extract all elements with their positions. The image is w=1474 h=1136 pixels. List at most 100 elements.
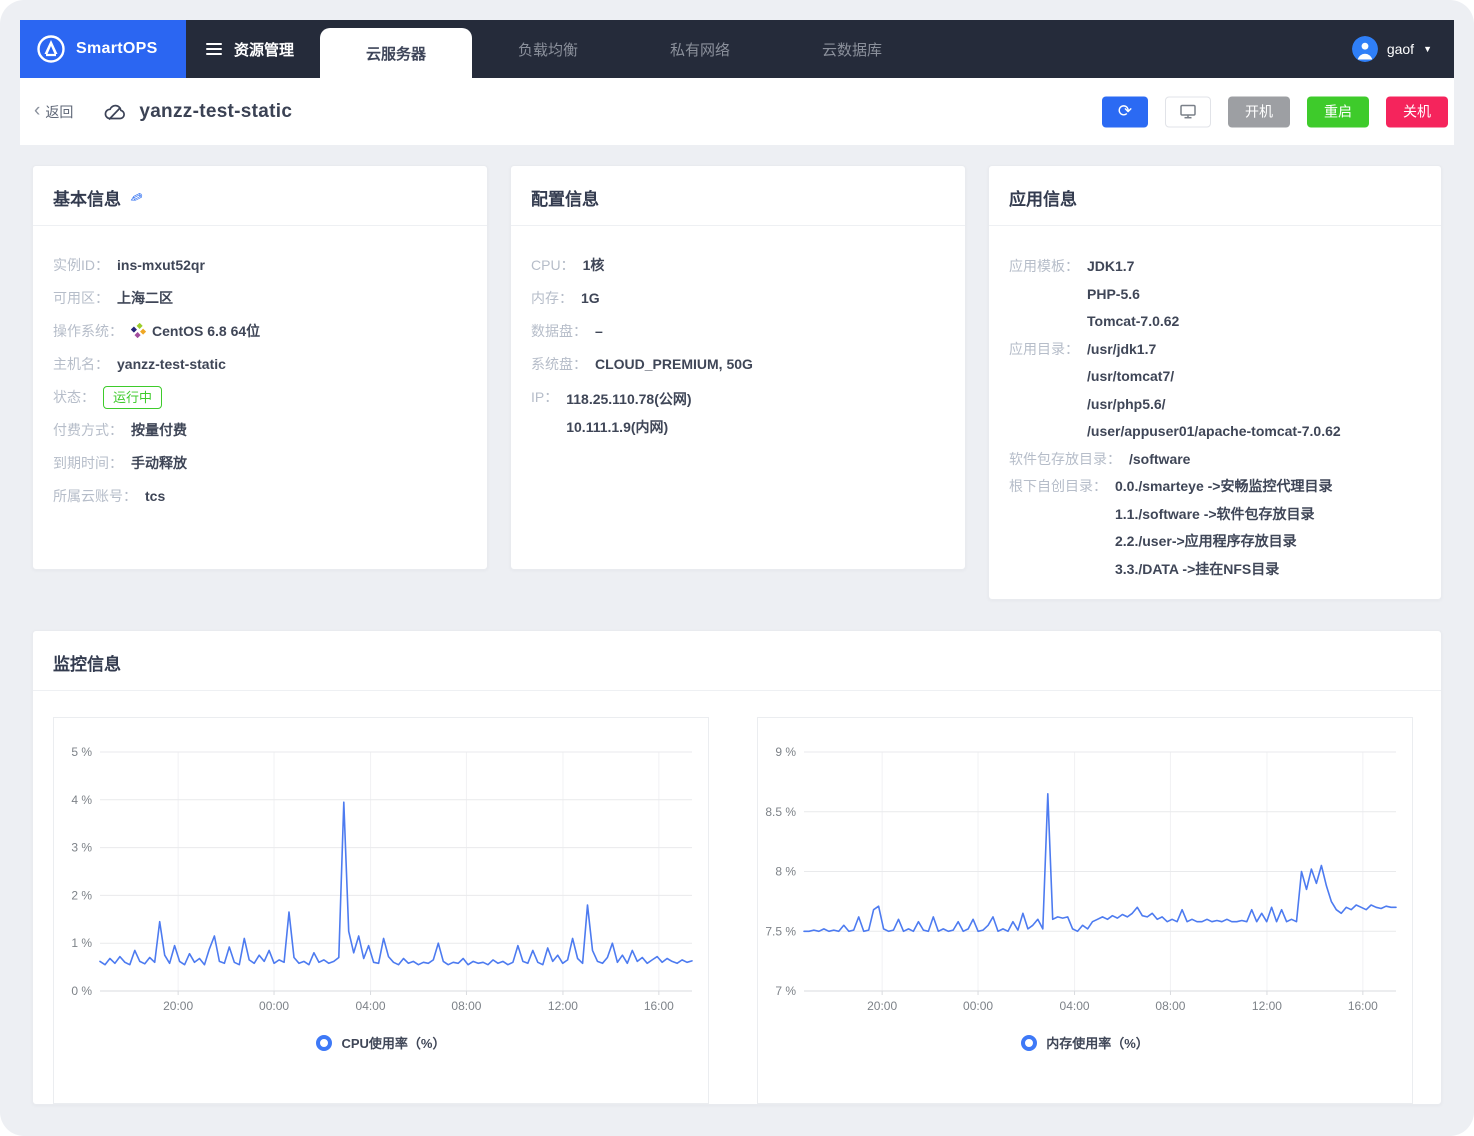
field-row: CPU： 1核 <box>531 253 945 277</box>
restart-button[interactable]: 重启 <box>1307 96 1369 127</box>
svg-text:8.5 %: 8.5 % <box>765 805 796 819</box>
config-info-card: 配置信息 CPU： 1核 内存： 1G 数据盘： – 系统盘： CLOUD_PREMIUM, … <box>510 165 966 570</box>
avatar-icon <box>1351 36 1378 62</box>
status-badge: 运行中 <box>103 386 163 409</box>
legend-series-icon <box>316 1034 333 1051</box>
brand-logo-area[interactable]: SmartOPS <box>20 20 186 78</box>
centos-icon <box>130 321 147 339</box>
field-label: 数据盘： <box>531 323 587 339</box>
chart-svg: 20:00 00:00 04:00 08:00 12:00 16:00 0 % 1 % 2 % 3… <box>71 745 693 1013</box>
svg-text:7 %: 7 % <box>775 984 796 998</box>
cpu-chart-panel: 20:00 00:00 04:00 08:00 12:00 16:00 0 % 1 % 2 % 3… <box>53 717 709 1104</box>
edit-icon[interactable]: ✎ <box>128 187 146 208</box>
field-label: 状态： <box>53 389 95 405</box>
field-label: 根下自创目录： <box>1009 478 1107 494</box>
monitor-icon <box>1180 104 1196 119</box>
field-row: 应用模板： JDK1.7 PHP-5.6 Tomcat-7.0.62 <box>1009 253 1421 336</box>
legend-label: CPU使用率（%） <box>341 1036 446 1051</box>
svg-text:0 %: 0 % <box>71 984 92 998</box>
field-value: CLOUD_PREMIUM, 50G <box>595 356 753 372</box>
svg-text:08:00: 08:00 <box>451 999 481 1013</box>
chart-legend: CPU使用率（%） <box>54 1033 708 1052</box>
field-value: yanzz-test-static <box>117 356 226 372</box>
cloud-server-icon <box>104 104 126 120</box>
field-value: /software <box>1129 446 1190 474</box>
monitor-info-card: 监控信息 20:00 00:00 04:00 08:00 12:00 16:00 0 % 1 … <box>32 630 1442 1105</box>
field-row: 根下自创目录： 0.0./smarteye ->安畅监控代理目录 1.1./soft… <box>1009 473 1421 583</box>
field-value-line: /usr/jdk1.7 <box>1087 340 1157 357</box>
svg-text:2 %: 2 % <box>71 888 92 902</box>
field-value-line: /usr/tomcat7/ <box>1087 368 1175 384</box>
svg-text:16:00: 16:00 <box>644 999 674 1013</box>
field-row: 付费方式： 按量付费 <box>53 418 467 442</box>
field-row: 操作系统： CentOS 6.8 64位 <box>53 319 467 343</box>
svg-text:5 %: 5 % <box>71 745 92 759</box>
field-value-line: 118.25.110.78(公网) <box>566 391 692 407</box>
resource-menu[interactable]: 资源管理 <box>186 20 320 78</box>
svg-text:08:00: 08:00 <box>1155 999 1185 1013</box>
back-label: 返回 <box>45 103 74 120</box>
svg-text:04:00: 04:00 <box>356 999 386 1013</box>
chevron-left-icon: ‹ <box>34 100 41 121</box>
field-label: 内存： <box>531 290 573 306</box>
user-menu[interactable]: gaof ▼ <box>1351 20 1432 78</box>
hamburger-icon <box>206 43 222 55</box>
field-row: 实例ID： ins-mxut52qr <box>53 253 467 277</box>
field-label: 应用目录： <box>1009 340 1079 357</box>
basic-info-card: 基本信息 ✎ 实例ID： ins-mxut52qr 可用区： 上海二区 操作系统： Cen… <box>32 165 488 570</box>
svg-text:7.5 %: 7.5 % <box>765 924 796 938</box>
console-button[interactable] <box>1165 96 1211 127</box>
svg-text:4 %: 4 % <box>71 793 92 807</box>
resource-menu-label: 资源管理 <box>234 41 295 59</box>
field-label: CPU： <box>531 257 575 273</box>
field-value-line: /usr/php5.6/ <box>1087 395 1166 412</box>
field-row: 应用目录： /usr/jdk1.7/usr/tomcat7/ /usr/php5.6… <box>1009 336 1421 446</box>
field-row: 系统盘： CLOUD_PREMIUM, 50G <box>531 352 945 376</box>
page-header: ‹ 返回 yanzz-test-static ⟳ 开机 重启 关机 <box>20 78 1454 145</box>
field-value-line: Tomcat-7.0.62 <box>1087 313 1180 329</box>
svg-text:8 %: 8 % <box>775 865 796 879</box>
tab-0[interactable]: 云服务器 <box>320 28 473 78</box>
app-info-fields: 应用模板： JDK1.7 PHP-5.6 Tomcat-7.0.62 应用目录： /usr… <box>989 226 1441 583</box>
field-row: 状态： 运行中 <box>53 385 467 409</box>
field-value: 运行中 <box>103 385 163 409</box>
field-value: tcs <box>145 488 166 504</box>
field-value: JDK1.7 PHP-5.6 Tomcat-7.0.62 <box>1087 253 1179 336</box>
field-value-line: PHP-5.6 <box>1087 285 1140 302</box>
field-label: 可用区： <box>53 290 109 306</box>
field-value-line: 0.0./smarteye ->安畅监控代理目录 <box>1115 478 1333 494</box>
field-label: 应用模板： <box>1009 258 1079 274</box>
shutdown-button[interactable]: 关机 <box>1386 96 1448 127</box>
field-value-line: 10.111.1.9(内网) <box>566 419 669 435</box>
chart-legend: 内存使用率（%） <box>758 1033 1412 1052</box>
field-row: 所属云账号： tcs <box>53 484 467 508</box>
app-info-title: 应用信息 <box>1009 190 1077 209</box>
field-value-line: 2.2./user->应用程序存放目录 <box>1115 533 1297 549</box>
tab-3[interactable]: 云数据库 <box>776 20 928 78</box>
legend-label: 内存使用率（%） <box>1046 1036 1149 1051</box>
svg-text:3 %: 3 % <box>71 841 92 855</box>
field-value: 118.25.110.78(公网) 10.111.1.9(内网) <box>566 385 691 441</box>
field-label: 到期时间： <box>53 455 123 471</box>
field-value: ins-mxut52qr <box>117 257 205 273</box>
back-button[interactable]: ‹ 返回 <box>34 100 74 122</box>
svg-text:00:00: 00:00 <box>963 999 993 1013</box>
svg-text:20:00: 20:00 <box>163 999 193 1013</box>
field-row: 可用区： 上海二区 <box>53 286 467 310</box>
field-value: 1核 <box>582 257 605 273</box>
svg-text:16:00: 16:00 <box>1348 999 1378 1013</box>
field-value: 按量付费 <box>131 422 187 438</box>
tab-1[interactable]: 负载均衡 <box>472 20 624 78</box>
field-value-line: 3.3./DATA ->挂在NFS目录 <box>1115 560 1280 577</box>
tab-2[interactable]: 私有网络 <box>624 20 776 78</box>
field-row: 软件包存放目录： /software <box>1009 446 1421 474</box>
field-value-line: 1.1./software ->软件包存放目录 <box>1115 505 1315 522</box>
refresh-icon: ⟳ <box>1117 101 1133 121</box>
page-title: yanzz-test-static <box>139 100 293 122</box>
field-label: 操作系统： <box>53 323 123 339</box>
refresh-button[interactable]: ⟳ <box>1102 96 1148 127</box>
top-navbar: SmartOPS 资源管理 云服务器 负载均衡 私有网络 云数据库 gaof ▼ <box>20 20 1454 78</box>
power-on-button[interactable]: 开机 <box>1228 96 1290 127</box>
field-label: IP： <box>531 389 559 405</box>
config-info-fields: CPU： 1核 内存： 1G 数据盘： – 系统盘： CLOUD_PREMIUM, 50G IP… <box>511 226 965 441</box>
